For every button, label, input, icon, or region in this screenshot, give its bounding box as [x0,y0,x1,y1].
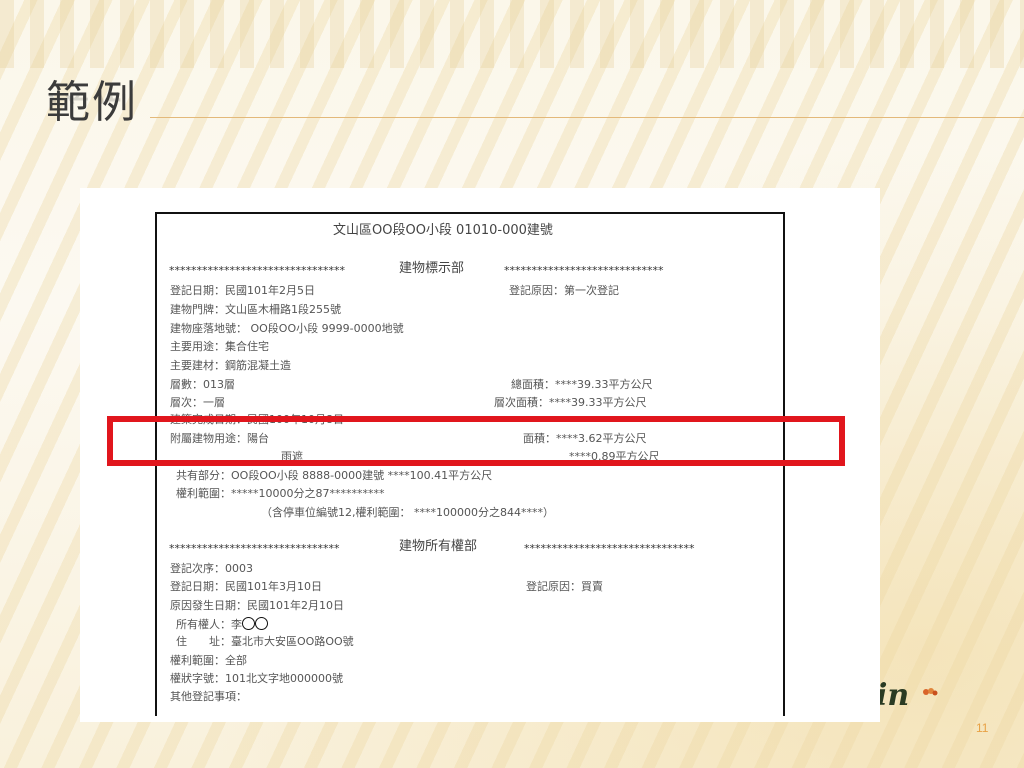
highlight-box [107,416,845,466]
section1-title: 建物標示部 [399,261,465,276]
flower-icon [923,688,938,696]
common-part: 共有部分：OO段OO小段 8888-0000建號 ****100.41平方公尺 [176,469,493,482]
parking-note: （含停車位編號12,權利範圍： ****100000分之844****） [261,506,554,519]
document-heading: 文山區OO段OO小段 01010-000建號 [333,223,553,238]
section1-stars-right: ***************************** [504,264,664,277]
main-material: 主要建材：鋼筋混凝土造 [170,359,291,372]
cause-date: 原因發生日期：民國101年2月10日 [170,599,344,612]
section1-stars-left: ******************************** [169,264,345,277]
page-number: 11 [976,721,989,735]
other-items: 其他登記事項： [170,690,247,703]
total-area: 總面積：****39.33平方公尺 [511,378,653,391]
reg-reason-2: 登記原因：買賣 [526,580,603,593]
floor-level: 層次：一層 [170,396,225,409]
owner: 所有權人：李 [176,617,268,632]
owner-label: 所有權人：李 [176,618,242,631]
reg-order: 登記次序：0003 [170,562,253,575]
rights-scope-2: 權利範圍：全部 [170,654,247,667]
company-logo: in [876,678,910,713]
reg-date-2: 登記日期：民國101年3月10日 [170,580,322,593]
floors-count: 層數：013層 [170,378,235,391]
rights-scope: 權利範圍：*****10000分之87********** [176,487,385,500]
redacted-circle-icon [255,617,268,630]
certificate-number: 權狀字號：101北文字地000000號 [170,672,343,685]
land-number: 建物座落地號： OO段OO小段 9999-0000地號 [170,322,404,335]
reg-date: 登記日期：民國101年2月5日 [170,284,315,297]
section2-stars-left: ******************************* [169,542,340,555]
building-address: 建物門牌：文山區木柵路1段255號 [170,303,341,316]
main-use: 主要用途：集合住宅 [170,340,269,353]
reg-reason: 登記原因：第一次登記 [509,284,619,297]
floor-area: 層次面積：****39.33平方公尺 [494,396,647,409]
section2-stars-right: ******************************* [524,542,695,555]
redacted-circle-icon [242,617,255,630]
slide-title-reflection: 範例 [46,94,138,118]
owner-address: 住 址：臺北市大安區OO路OO號 [176,635,354,648]
title-underline [150,117,1024,118]
section2-title: 建物所有權部 [399,539,478,554]
